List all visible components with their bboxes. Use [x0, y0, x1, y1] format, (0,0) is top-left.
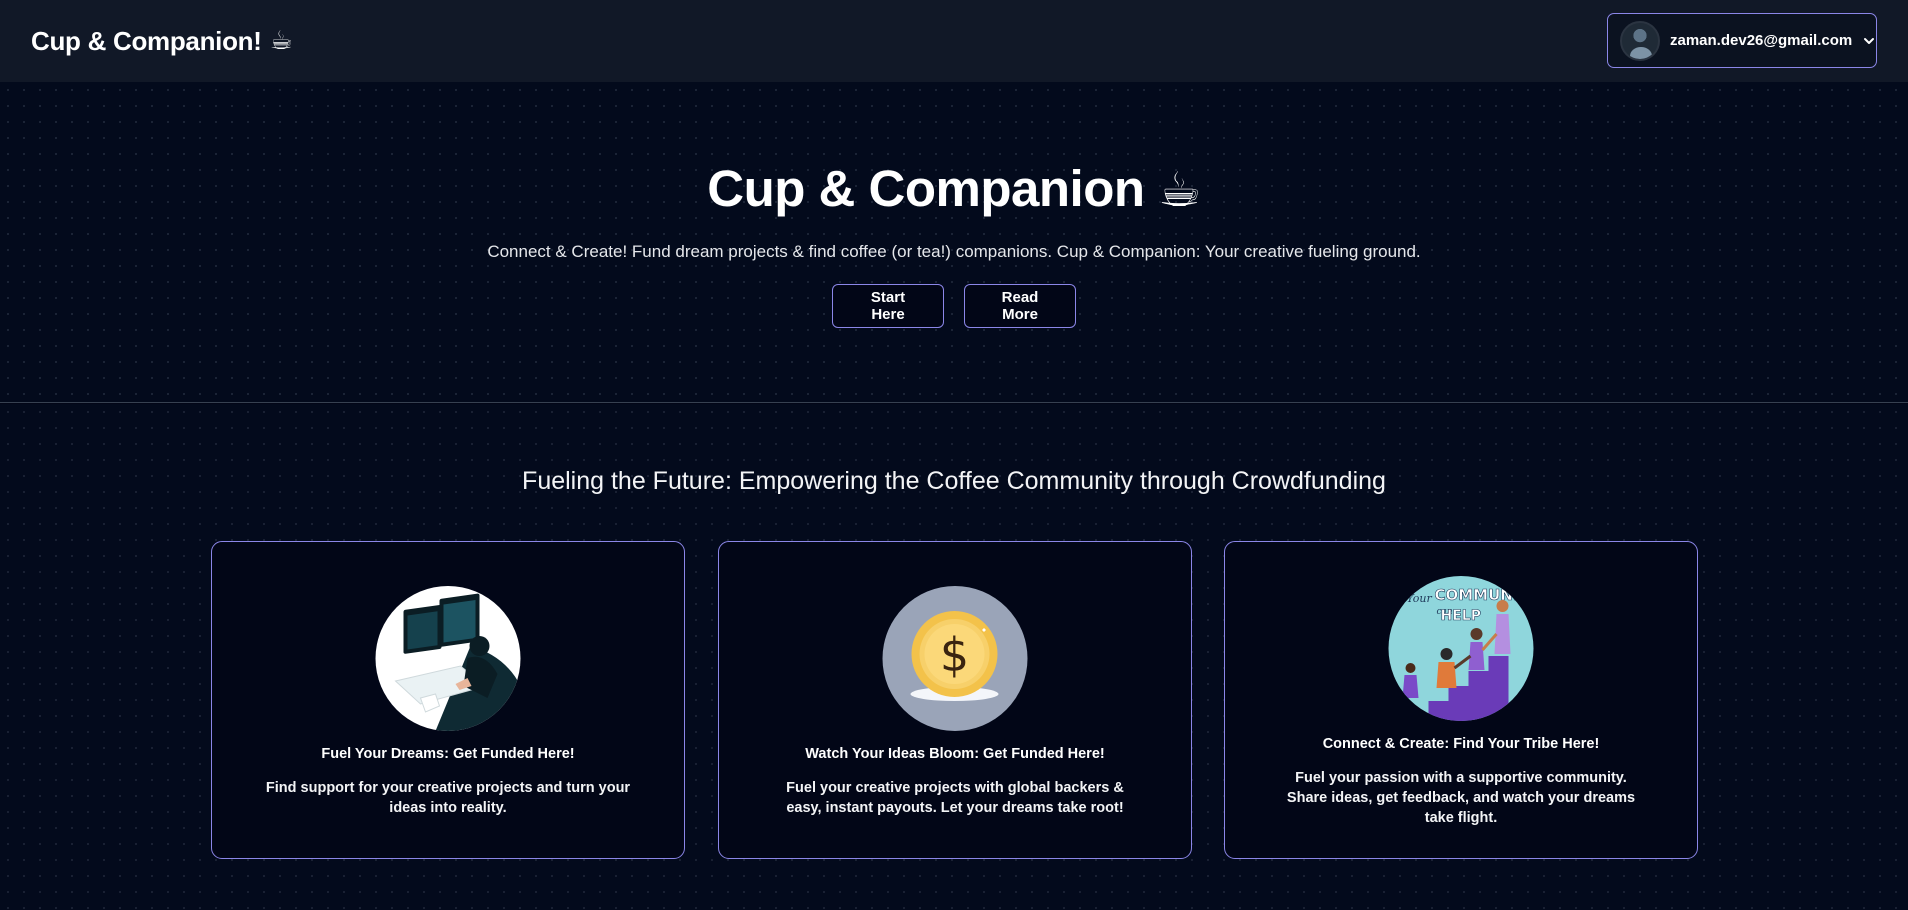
feature-card-community: Your COMMUNITY can HELP Connect & Create…: [1224, 541, 1698, 859]
card-text: Fuel your passion with a supportive comm…: [1286, 770, 1636, 826]
hero-section: Cup & Companion ☕ Connect & Create! Fund…: [0, 82, 1908, 403]
dollar-coin-illustration: $: [882, 586, 1028, 731]
feature-card-payouts: $ Watch Your Ideas Bloom: Get Funded Her…: [718, 541, 1192, 859]
brand-name[interactable]: Cup & Companion!: [31, 26, 262, 57]
card-title: Fuel Your Dreams: Get Funded Here!: [321, 746, 575, 762]
card-title: Connect & Create: Find Your Tribe Here!: [1322, 736, 1600, 752]
hero-buttons: Start Here Read More: [0, 284, 1908, 328]
navbar: Cup & Companion! ☕ zaman.dev26@gmail.com: [0, 0, 1908, 82]
coffee-cup-icon: ☕: [269, 26, 293, 56]
read-more-button[interactable]: Read More: [964, 284, 1076, 328]
community-help-illustration: Your COMMUNITY can HELP: [1388, 576, 1534, 721]
card-text: Fuel your creative projects with global …: [786, 780, 1124, 816]
start-here-button[interactable]: Start Here: [832, 284, 944, 328]
hero-title-text: Cup & Companion: [707, 160, 1145, 217]
image-caption-help: HELP: [1441, 608, 1481, 624]
hero-title: Cup & Companion ☕: [0, 159, 1908, 218]
brand-logo[interactable]: Cup & Companion! ☕: [31, 26, 293, 57]
hero-subtitle: Connect & Create! Fund dream projects & …: [487, 242, 1421, 261]
features-heading: Fueling the Future: Empowering the Coffe…: [522, 467, 1386, 495]
developer-desk-illustration: [375, 586, 521, 731]
card-title: Watch Your Ideas Bloom: Get Funded Here!: [805, 746, 1105, 762]
user-email: zaman.dev26@gmail.com: [1670, 32, 1853, 49]
coffee-cup-icon: ☕: [1158, 162, 1201, 218]
feature-card-funding: Fuel Your Dreams: Get Funded Here! Find …: [211, 541, 685, 859]
image-caption-your: Your: [1407, 592, 1433, 605]
user-menu-button[interactable]: zaman.dev26@gmail.com: [1607, 13, 1877, 68]
card-text: Find support for your creative projects …: [265, 780, 631, 816]
image-caption-community: COMMUNITY: [1435, 586, 1534, 604]
features-section: Fueling the Future: Empowering the Coffe…: [0, 404, 1908, 910]
chevron-down-icon: [1862, 34, 1876, 48]
svg-text:$: $: [940, 628, 969, 682]
avatar: [1620, 20, 1660, 61]
